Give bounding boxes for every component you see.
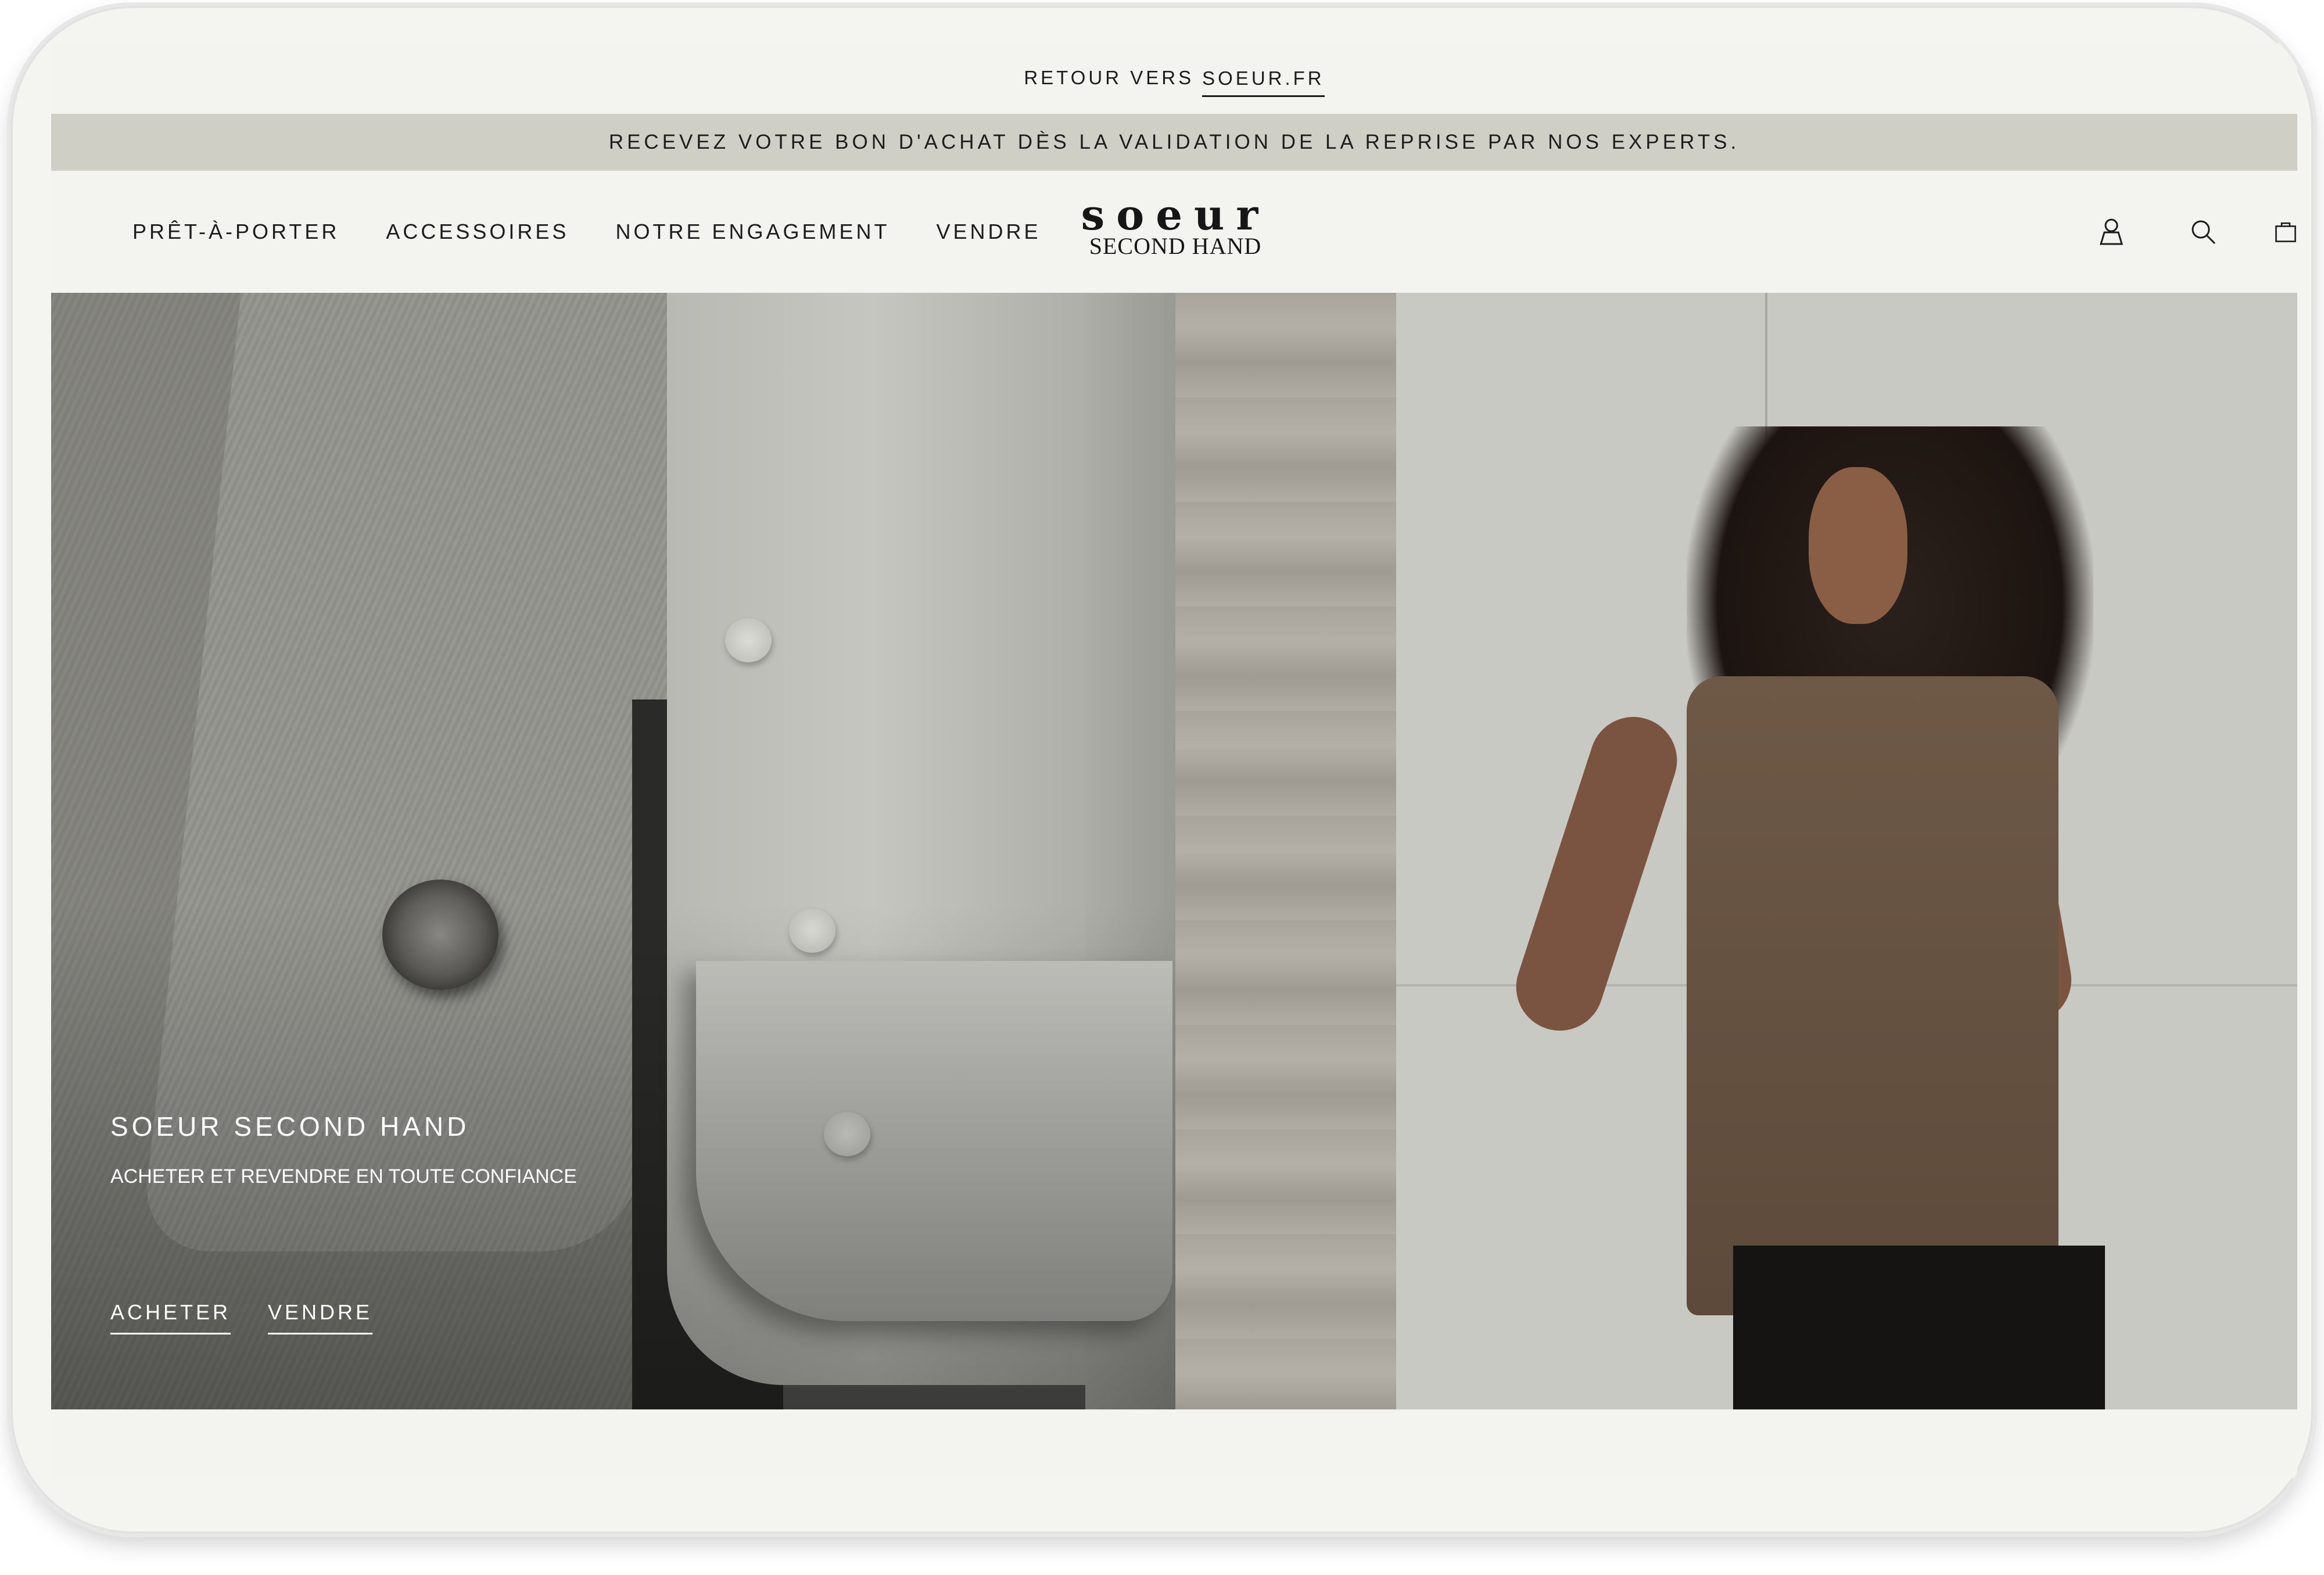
account-icon[interactable] (2091, 211, 2132, 252)
model-garment (1687, 676, 2058, 1315)
logo-subline: SECOND HAND (1089, 233, 1262, 259)
model-face (1809, 467, 1907, 624)
tablet-frame: RETOUR VERS SOEUR.FR RECEVEZ VOTRE BON D… (10, 6, 2314, 1534)
hero-banner: SOEUR SECOND HAND ACHETER ET REVENDRE EN… (51, 293, 2297, 1409)
model-pants (1733, 1246, 2105, 1409)
search-icon[interactable] (2183, 211, 2223, 252)
header-icons (2018, 171, 2297, 293)
logo-wordmark: soeur (1081, 190, 1270, 239)
promo-text: RECEVEZ VOTRE BON D'ACHAT DÈS LA VALIDAT… (608, 131, 1740, 153)
back-to-soeur-link[interactable]: SOEUR.FR (1202, 67, 1325, 97)
sell-link[interactable]: VENDRE (268, 1300, 373, 1334)
promo-banner: RECEVEZ VOTRE BON D'ACHAT DÈS LA VALIDAT… (51, 114, 2297, 171)
main-nav: PRÊT-À-PORTER ACCESSOIRES NOTRE ENGAGEME… (132, 171, 1041, 293)
nav-item-vendre[interactable]: VENDRE (936, 220, 1041, 244)
buy-link[interactable]: ACHETER (110, 1300, 231, 1334)
site-logo[interactable]: soeur SECOND HAND (1079, 194, 1271, 258)
nav-item-pret-a-porter[interactable]: PRÊT-À-PORTER (132, 220, 339, 244)
top-bar: RETOUR VERS SOEUR.FR (51, 43, 2297, 114)
browser-viewport: RETOUR VERS SOEUR.FR RECEVEZ VOTRE BON D… (51, 43, 2297, 1478)
hero-text: SOEUR SECOND HAND ACHETER ET REVENDRE EN… (110, 1111, 577, 1188)
nav-item-notre-engagement[interactable]: NOTRE ENGAGEMENT (615, 220, 890, 244)
hero-title: SOEUR SECOND HAND (110, 1111, 470, 1142)
shopping-bag-icon[interactable] (2274, 211, 2297, 252)
hero-image-model (1175, 293, 2297, 1409)
site-header: PRÊT-À-PORTER ACCESSOIRES NOTRE ENGAGEME… (51, 171, 2297, 293)
nav-item-accessoires[interactable]: ACCESSOIRES (386, 220, 569, 244)
stone-pillar (1175, 293, 1396, 1409)
hero-subtitle: ACHETER ET REVENDRE EN TOUTE CONFIANCE (110, 1165, 577, 1187)
hero-image-clothing-closeup (51, 293, 1178, 1409)
top-bar-prefix: RETOUR VERS (1024, 67, 1195, 88)
shirt-button (725, 618, 772, 662)
